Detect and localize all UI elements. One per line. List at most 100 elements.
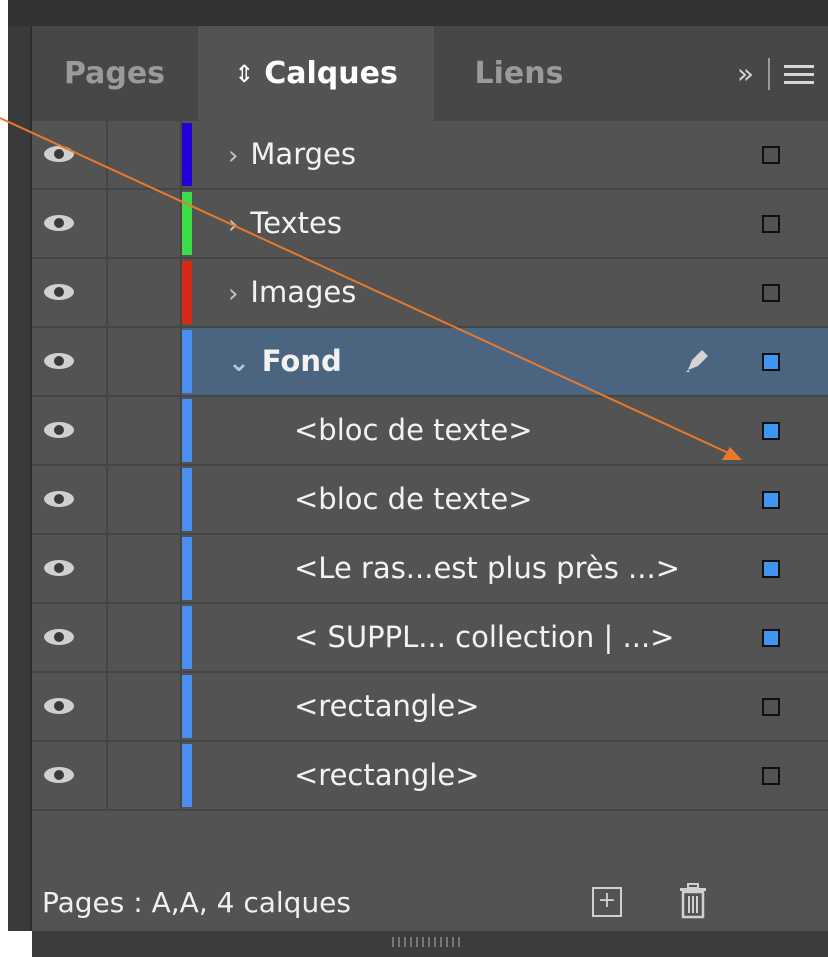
resize-grip[interactable] xyxy=(32,931,828,957)
tab-calques[interactable]: ⇕ Calques xyxy=(198,26,434,121)
object-row[interactable]: <Le ras...est plus près ...> xyxy=(32,535,828,604)
eye-icon[interactable] xyxy=(42,489,76,509)
selection-square[interactable] xyxy=(762,284,780,302)
object-row[interactable]: <bloc de texte> xyxy=(32,397,828,466)
row-label-text: <rectangle> xyxy=(294,689,480,723)
layer-color-bar xyxy=(182,675,192,738)
eye-icon[interactable] xyxy=(42,765,76,785)
tab-liens[interactable]: Liens xyxy=(434,26,604,121)
row-label-text: <Le ras...est plus près ...> xyxy=(294,551,680,585)
selection-square[interactable] xyxy=(762,146,780,164)
layers-panel: Pages ⇕ Calques Liens » › Marges › Textes › I… xyxy=(30,26,828,957)
layer-row-images[interactable]: › Images xyxy=(32,259,828,328)
eye-icon[interactable] xyxy=(42,696,76,716)
lock-toggle[interactable] xyxy=(108,742,182,809)
lock-toggle[interactable] xyxy=(108,328,182,395)
row-label-text: <bloc de texte> xyxy=(294,413,533,447)
object-row[interactable]: <rectangle> xyxy=(32,673,828,742)
object-row[interactable]: < SUPPL... collection | ...> xyxy=(32,604,828,673)
row-label-text: <rectangle> xyxy=(294,758,480,792)
lock-toggle[interactable] xyxy=(108,604,182,671)
row-label-text: < SUPPL... collection | ...> xyxy=(294,620,675,654)
layer-color-bar xyxy=(182,606,192,669)
layer-color-bar xyxy=(182,537,192,600)
object-label: <Le ras...est plus près ...> xyxy=(294,535,680,602)
object-label: <bloc de texte> xyxy=(294,397,533,464)
layer-row-textes[interactable]: › Textes xyxy=(32,190,828,259)
tab-pages[interactable]: Pages xyxy=(32,26,197,121)
new-layer-button[interactable]: + xyxy=(592,887,622,917)
selection-square[interactable] xyxy=(762,422,780,440)
layer-label: ⌄ Fond xyxy=(228,328,342,395)
panel-tabs: Pages ⇕ Calques Liens » xyxy=(32,26,828,121)
lock-toggle[interactable] xyxy=(108,466,182,533)
selection-square[interactable] xyxy=(762,698,780,716)
selection-square[interactable] xyxy=(762,560,780,578)
row-label-text: <bloc de texte> xyxy=(294,482,533,516)
visibility-toggle[interactable] xyxy=(32,604,108,671)
pen-icon xyxy=(686,350,708,372)
eye-icon[interactable] xyxy=(42,144,76,164)
lock-toggle[interactable] xyxy=(108,121,182,188)
frame-topbar xyxy=(8,0,828,26)
lock-toggle[interactable] xyxy=(108,535,182,602)
object-label: <rectangle> xyxy=(294,673,480,740)
eye-icon[interactable] xyxy=(42,213,76,233)
lock-toggle[interactable] xyxy=(108,259,182,326)
selection-square[interactable] xyxy=(762,353,780,371)
lock-toggle[interactable] xyxy=(108,190,182,257)
up-down-arrows-icon: ⇕ xyxy=(234,59,255,88)
chevron-right-icon[interactable]: › xyxy=(228,210,238,240)
visibility-toggle[interactable] xyxy=(32,466,108,533)
grip-lines xyxy=(392,937,462,947)
visibility-toggle[interactable] xyxy=(32,121,108,188)
visibility-toggle[interactable] xyxy=(32,535,108,602)
layer-color-bar xyxy=(182,744,192,807)
object-label: < SUPPL... collection | ...> xyxy=(294,604,674,671)
layer-color-bar xyxy=(182,468,192,531)
eye-icon[interactable] xyxy=(42,420,76,440)
overflow-tabs-button[interactable]: » xyxy=(737,57,754,90)
layer-color-bar xyxy=(182,123,192,186)
layer-row-fond[interactable]: ⌄ Fond xyxy=(32,328,828,397)
selection-square[interactable] xyxy=(762,491,780,509)
eye-icon[interactable] xyxy=(42,282,76,302)
application-frame: Pages ⇕ Calques Liens » › Marges › Textes › I… xyxy=(8,0,828,957)
visibility-toggle[interactable] xyxy=(32,259,108,326)
visibility-toggle[interactable] xyxy=(32,742,108,809)
layer-color-bar xyxy=(182,192,192,255)
visibility-toggle[interactable] xyxy=(32,673,108,740)
layer-label: › Images xyxy=(228,259,356,326)
eye-icon[interactable] xyxy=(42,558,76,578)
eye-icon[interactable] xyxy=(42,351,76,371)
selection-square[interactable] xyxy=(762,767,780,785)
object-label: <rectangle> xyxy=(294,742,480,809)
lock-toggle[interactable] xyxy=(108,673,182,740)
visibility-toggle[interactable] xyxy=(32,328,108,395)
chevron-down-icon[interactable]: ⌄ xyxy=(228,348,250,378)
visibility-toggle[interactable] xyxy=(32,397,108,464)
selection-square[interactable] xyxy=(762,629,780,647)
layer-label: › Marges xyxy=(228,121,356,188)
chevron-right-icon[interactable]: › xyxy=(228,141,238,171)
hamburger-menu-icon[interactable] xyxy=(784,63,814,85)
trash-icon[interactable] xyxy=(678,883,708,919)
object-row[interactable]: <rectangle> xyxy=(32,742,828,811)
eye-icon[interactable] xyxy=(42,627,76,647)
panel-footer: Pages : A,A, 4 calques + xyxy=(32,875,828,931)
chevron-right-icon[interactable]: › xyxy=(228,279,238,309)
row-label-text: Marges xyxy=(250,137,356,171)
tab-pages-label: Pages xyxy=(63,56,166,91)
layer-label: › Textes xyxy=(228,190,342,257)
row-label-text: Fond xyxy=(261,344,342,378)
layer-color-bar xyxy=(182,330,192,393)
layer-row-marges[interactable]: › Marges xyxy=(32,121,828,190)
lock-toggle[interactable] xyxy=(108,397,182,464)
object-label: <bloc de texte> xyxy=(294,466,533,533)
object-row[interactable]: <bloc de texte> xyxy=(32,466,828,535)
visibility-toggle[interactable] xyxy=(32,190,108,257)
layers-list: › Marges › Textes › Images ⌄ Fond <bloc de texte… xyxy=(32,121,828,811)
selection-square[interactable] xyxy=(762,215,780,233)
tab-calques-label: Calques xyxy=(264,56,398,91)
row-label-text: Textes xyxy=(250,206,343,240)
